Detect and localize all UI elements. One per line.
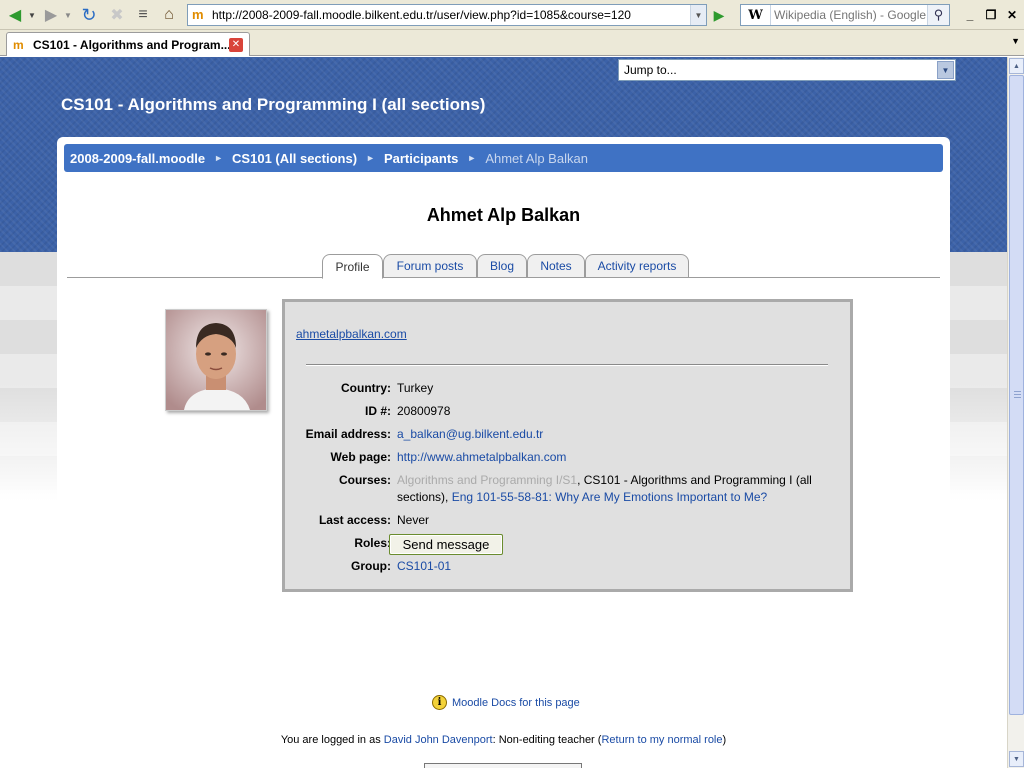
grip-line	[1014, 394, 1021, 395]
breadcrumb-separator-icon: ►	[467, 153, 477, 163]
grip-line	[1014, 397, 1021, 398]
tab-blog[interactable]: Blog	[477, 254, 527, 278]
browser-tab[interactable]: m CS101 - Algorithms and Program... ✕	[6, 32, 250, 56]
content-card: 2008-2009-fall.moodle ► CS101 (All secti…	[57, 137, 950, 697]
breadcrumb-participants[interactable]: Participants	[384, 151, 458, 166]
search-engine-icon[interactable]: W	[741, 5, 771, 25]
browser-toolbar: ◀ ▼ ▶ ▼ ↻ ✖ ≡ ⌂ m http://2008-2009-fall.…	[0, 0, 1024, 30]
last-access-label: Last access:	[318, 513, 391, 527]
page-scrollbar[interactable]: ▲ ▼	[1007, 57, 1024, 768]
logged-in-user-link[interactable]: David John Davenport	[384, 734, 493, 746]
courses-label: Courses:	[338, 473, 391, 487]
tab-forum-posts[interactable]: Forum posts	[383, 254, 477, 278]
breadcrumb-site[interactable]: 2008-2009-fall.moodle	[70, 151, 205, 166]
back-history-dropdown-icon[interactable]: ▼	[27, 4, 37, 26]
restore-icon[interactable]: ❐	[983, 7, 999, 23]
login-info: You are logged in as David John Davenpor…	[0, 734, 1007, 746]
webpage-link[interactable]: http://www.ahmetalpbalkan.com	[397, 450, 566, 464]
user-portrait-icon	[166, 310, 266, 410]
breadcrumb-course[interactable]: CS101 (All sections)	[232, 151, 357, 166]
return-role-link[interactable]: Return to my normal role	[601, 734, 722, 746]
tab-favicon-icon: m	[13, 37, 24, 52]
forward-history-dropdown-icon[interactable]: ▼	[63, 4, 73, 26]
stop-icon[interactable]: ✖	[106, 4, 128, 26]
tab-list-dropdown-icon[interactable]: ▼	[1011, 36, 1020, 46]
address-bar[interactable]: m http://2008-2009-fall.moodle.bilkent.e…	[187, 4, 707, 26]
scroll-up-arrow-icon[interactable]: ▲	[1009, 58, 1024, 74]
tab-notes[interactable]: Notes	[527, 254, 585, 278]
email-link[interactable]: a_balkan@ug.bilkent.edu.tr	[397, 427, 543, 441]
country-label: Country:	[341, 381, 391, 395]
history-icon[interactable]: ≡	[132, 4, 154, 26]
breadcrumb-separator-icon: ►	[214, 153, 224, 163]
grip-line	[1014, 391, 1021, 392]
info-icon: i	[432, 695, 447, 710]
group-link[interactable]: CS101-01	[397, 559, 451, 573]
home-icon[interactable]: ⌂	[158, 4, 180, 26]
scroll-down-arrow-icon[interactable]: ▼	[1009, 751, 1024, 767]
tab-title: CS101 - Algorithms and Program...	[33, 37, 229, 52]
course-link-1[interactable]: Algorithms and Programming I/S1	[397, 473, 577, 487]
course-title: CS101 - Algorithms and Programming I (al…	[61, 95, 486, 114]
close-window-icon[interactable]: ✕	[1004, 7, 1020, 23]
courses-value: Algorithms and Programming I/S1, CS101 -…	[397, 472, 832, 506]
user-photo[interactable]	[165, 309, 267, 411]
login-role-text: : Non-editing teacher (	[492, 734, 602, 746]
browser-tab-strip: m CS101 - Algorithms and Program... ✕ ▼	[0, 30, 1024, 56]
course-link-3[interactable]: Eng 101-55-58-81: Why Are My Emotions Im…	[452, 490, 767, 504]
id-value: 20800978	[397, 404, 451, 418]
breadcrumb: 2008-2009-fall.moodle ► CS101 (All secti…	[64, 144, 943, 172]
country-value: Turkey	[397, 381, 434, 395]
moodle-docs-link[interactable]: i Moodle Docs for this page	[432, 695, 580, 710]
scrollbar-thumb[interactable]	[1009, 75, 1024, 715]
divider	[306, 364, 828, 366]
search-bar[interactable]: W ⚲	[740, 4, 950, 26]
moodle-docs-label[interactable]: Moodle Docs for this page	[452, 697, 580, 709]
last-access-value: Never	[397, 513, 430, 527]
website-link[interactable]: ahmetalpbalkan.com	[296, 327, 407, 341]
breadcrumb-current: Ahmet Alp Balkan	[485, 150, 588, 166]
chevron-down-icon[interactable]: ▼	[937, 61, 954, 79]
tab-activity-reports[interactable]: Activity reports	[585, 254, 689, 278]
page-title: Ahmet Alp Balkan	[426, 205, 581, 225]
profile-details-box: ahmetalpbalkan.com Country: Turkey ID #:…	[282, 299, 853, 592]
search-input[interactable]	[771, 8, 927, 22]
go-arrow-icon[interactable]: ▶	[709, 5, 729, 25]
webpage-label: Web page:	[330, 450, 391, 464]
course-separator: ,	[445, 490, 452, 504]
forward-arrow-icon[interactable]: ▶	[40, 4, 62, 26]
back-arrow-icon[interactable]: ◀	[4, 4, 26, 26]
home-button-partial[interactable]	[424, 763, 582, 768]
site-favicon-icon: m	[192, 7, 204, 22]
url-history-dropdown-icon[interactable]: ▼	[690, 5, 706, 25]
login-suffix: )	[722, 734, 727, 746]
course-separator: ,	[577, 473, 584, 487]
tab-profile[interactable]: Profile	[322, 254, 383, 279]
jump-to-label: Jump to...	[624, 63, 677, 77]
login-prefix: You are logged in as	[280, 734, 384, 746]
search-icon[interactable]: ⚲	[927, 5, 949, 25]
reload-icon[interactable]: ↻	[78, 4, 100, 26]
group-label: Group:	[351, 559, 391, 573]
email-label: Email address:	[305, 427, 391, 441]
url-text[interactable]: http://2008-2009-fall.moodle.bilkent.edu…	[212, 8, 690, 22]
roles-label: Roles:	[354, 536, 391, 550]
page-viewport: Jump to... ▼ CS101 - Algorithms and Prog…	[0, 57, 1007, 768]
breadcrumb-separator-icon: ►	[366, 153, 375, 163]
close-tab-icon[interactable]: ✕	[229, 37, 243, 52]
id-label: ID #:	[364, 404, 391, 418]
jump-to-select[interactable]: Jump to... ▼	[618, 59, 956, 81]
minimize-icon[interactable]: _	[962, 7, 978, 23]
send-message-button[interactable]: Send message	[389, 534, 503, 555]
